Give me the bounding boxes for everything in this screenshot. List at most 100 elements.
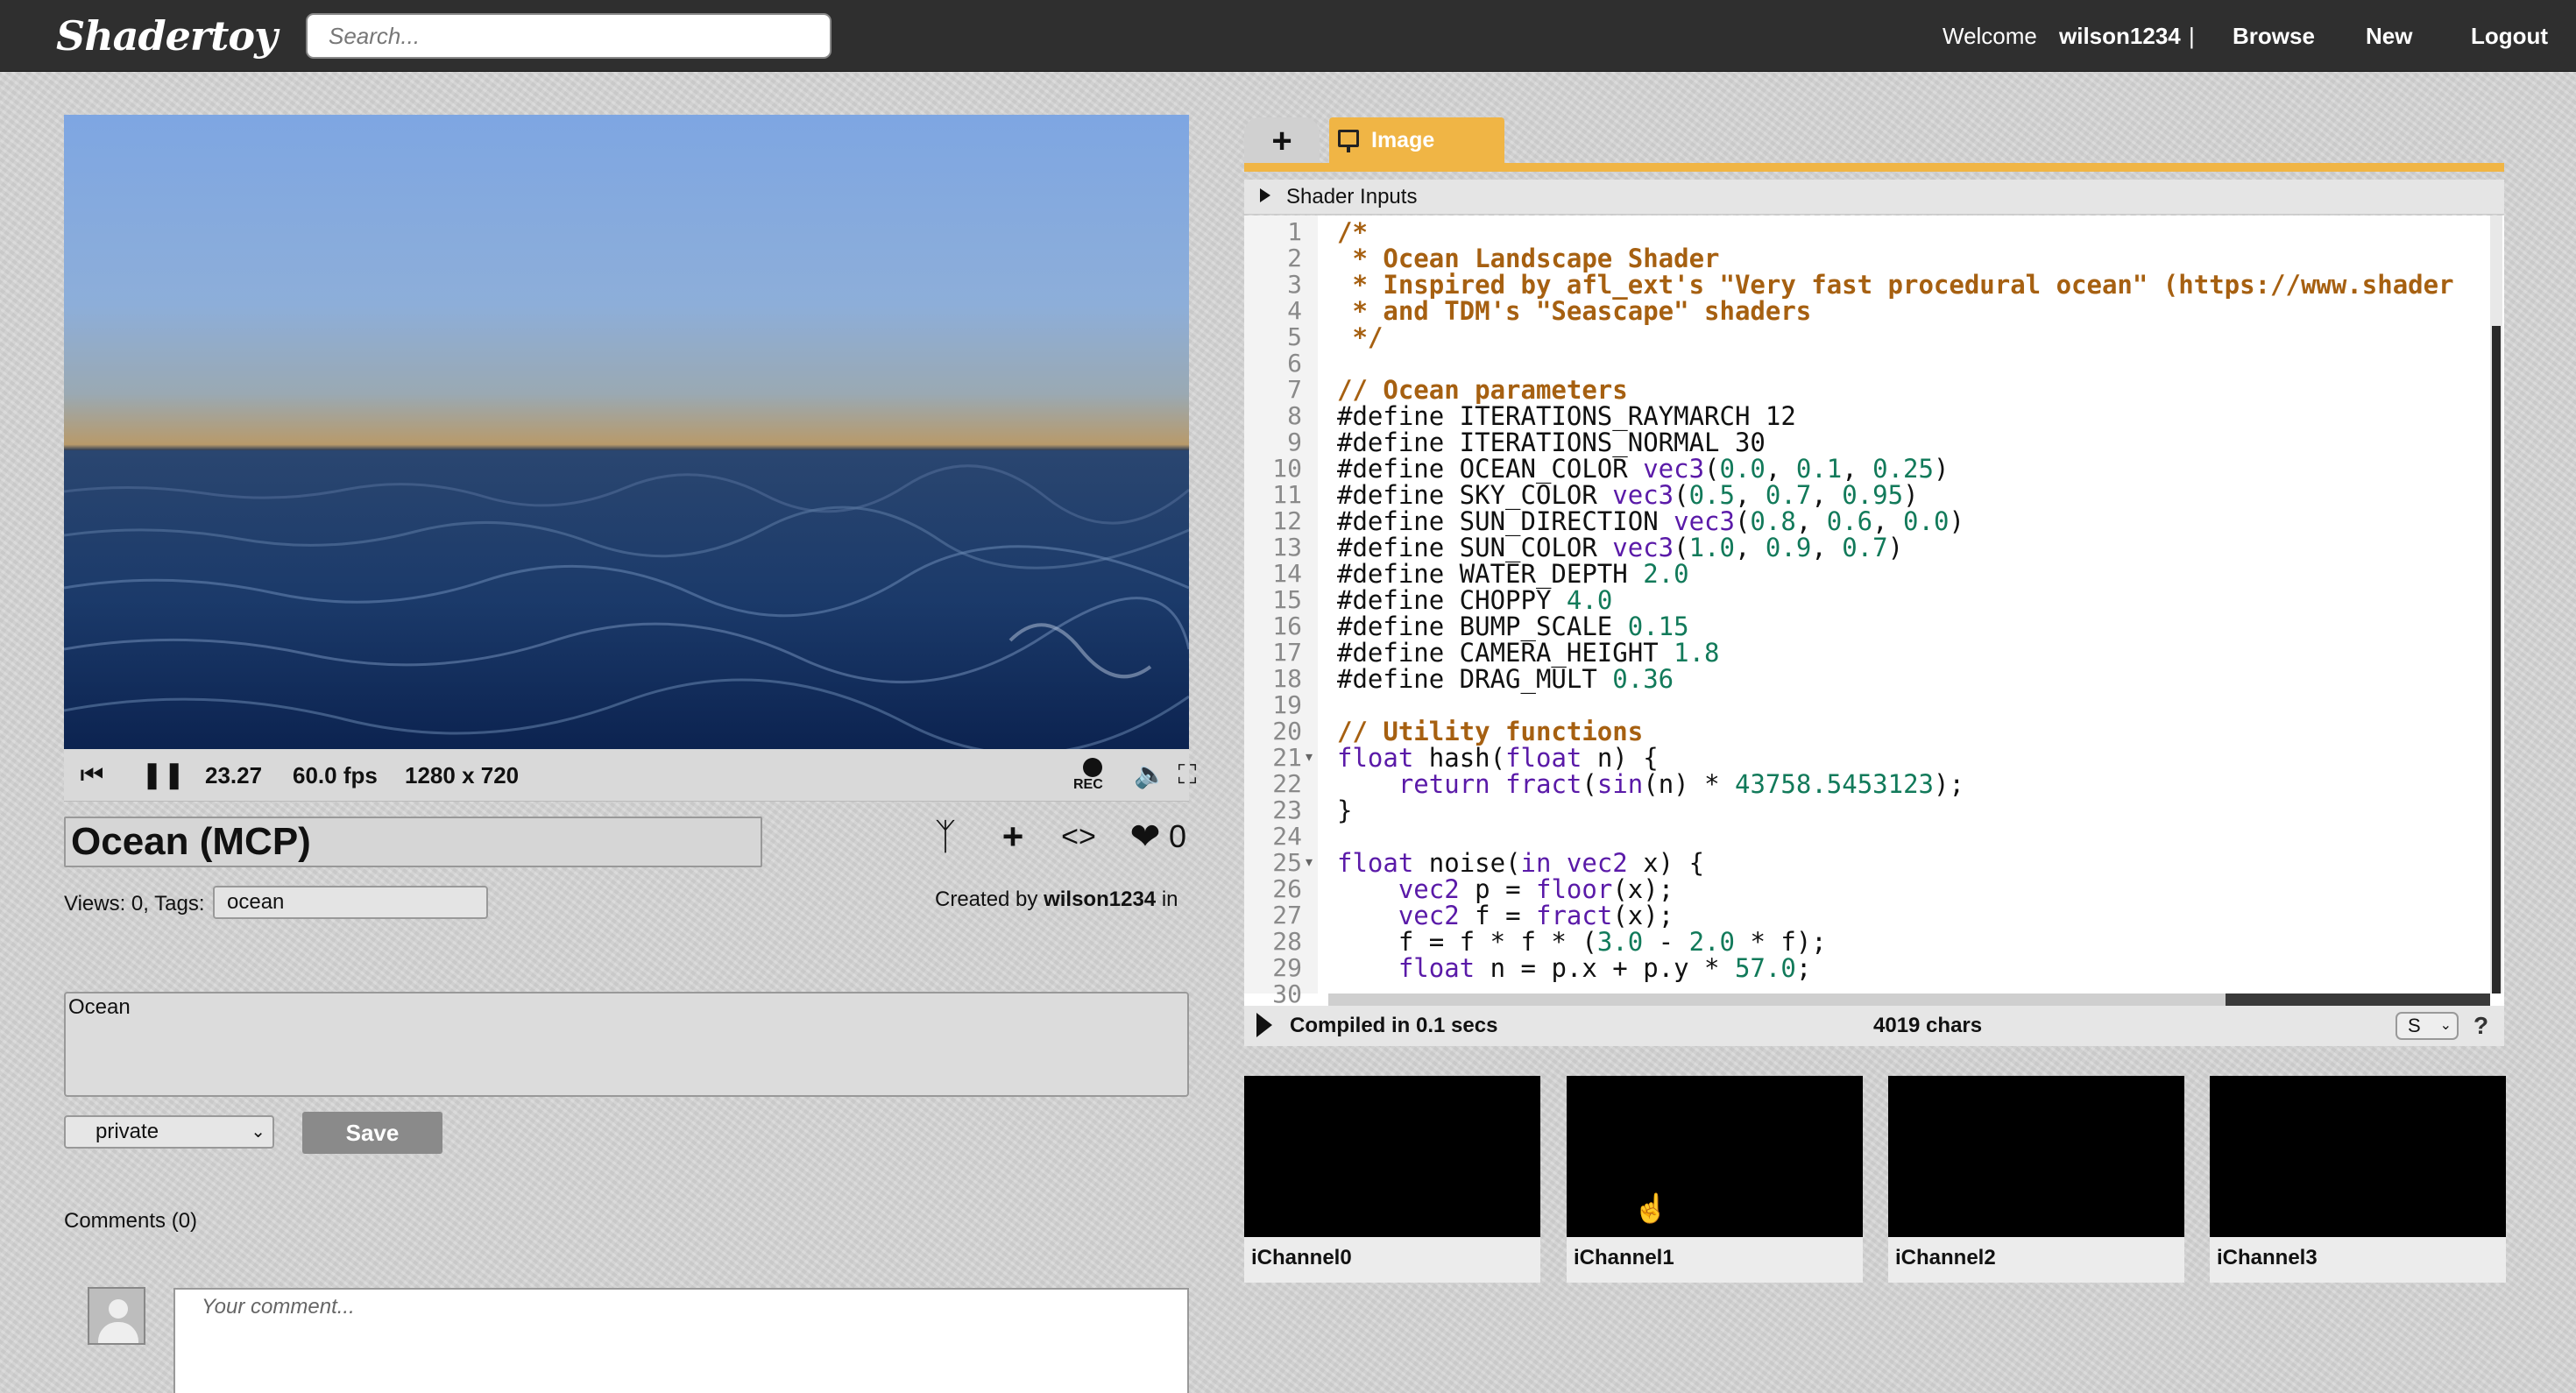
code-line[interactable]: // Ocean parameters bbox=[1337, 377, 1628, 403]
created-by: Created by wilson1234 in bbox=[935, 885, 1178, 915]
resolution-display: 1280 x 720 bbox=[405, 762, 520, 788]
code-line[interactable]: #define SUN_DIRECTION vec3(0.8, 0.6, 0.0… bbox=[1337, 508, 1964, 534]
code-line[interactable]: * Inspired by afl_ext's "Very fast proce… bbox=[1337, 272, 2453, 298]
player-controls: ⏮ ❚❚ 23.27 60.0 fps 1280 x 720 REC 🔈 ⛶ bbox=[64, 749, 1197, 802]
code-line[interactable]: #define SUN_COLOR vec3(1.0, 0.9, 0.7) bbox=[1337, 534, 1903, 561]
logout-link[interactable]: Logout bbox=[2471, 0, 2548, 72]
channel-thumbnail[interactable] bbox=[2210, 1076, 2506, 1237]
fork-icon[interactable]: ᛉ bbox=[924, 815, 966, 859]
created-by-suffix: in bbox=[1161, 887, 1178, 911]
code-line[interactable]: #define SKY_COLOR vec3(0.5, 0.7, 0.95) bbox=[1337, 482, 1919, 508]
volume-icon[interactable]: 🔈 bbox=[1131, 749, 1170, 802]
line-number: 22 bbox=[1272, 769, 1302, 798]
font-size-select[interactable]: S ⌄ bbox=[2396, 1012, 2459, 1040]
code-line[interactable]: float n = p.x + p.y * 57.0; bbox=[1337, 955, 1811, 981]
line-number: 16 bbox=[1272, 612, 1302, 640]
code-line[interactable]: vec2 f = fract(x); bbox=[1337, 902, 1674, 929]
code-line[interactable]: float noise(in vec2 x) { bbox=[1337, 850, 1704, 876]
tags-input[interactable]: ocean bbox=[213, 886, 488, 919]
code-line[interactable]: */ bbox=[1337, 324, 1383, 350]
code-line[interactable]: #define WATER_DEPTH 2.0 bbox=[1337, 561, 1689, 587]
line-number: 12 bbox=[1272, 506, 1302, 535]
search-input[interactable] bbox=[306, 13, 832, 59]
shader-inputs-toggle[interactable]: Shader Inputs bbox=[1244, 180, 2504, 215]
code-line[interactable]: #define OCEAN_COLOR vec3(0.0, 0.1, 0.25) bbox=[1337, 456, 1949, 482]
help-button[interactable]: ? bbox=[2473, 1006, 2488, 1046]
vertical-scrollbar-thumb[interactable] bbox=[2492, 326, 2501, 993]
hand-cursor-icon: ☝ bbox=[1633, 1192, 1668, 1224]
description-input[interactable]: Ocean bbox=[64, 992, 1189, 1097]
play-icon[interactable] bbox=[1256, 1013, 1272, 1037]
code-editor[interactable]: 1 2 3 4 5 6 7 8 9 10 11 12 13 14 15 16 17 18 19 20 21 ▾ 22 23 24… bbox=[1244, 216, 2504, 1006]
channel-1[interactable]: iChannel1 bbox=[1567, 1076, 1863, 1283]
code-line[interactable]: f = f * f * (3.0 - 2.0 * f); bbox=[1337, 929, 1827, 955]
editor-status-bar: Compiled in 0.1 secs 4019 chars S ⌄ ? bbox=[1244, 1006, 2504, 1046]
code-line[interactable]: float hash(float n) { bbox=[1337, 745, 1659, 771]
tab-image-label: Image bbox=[1371, 128, 1435, 152]
code-line[interactable]: return fract(sin(n) * 43758.5453123); bbox=[1337, 771, 1964, 797]
tab-underline bbox=[1244, 163, 2504, 172]
nav-separator: | bbox=[2189, 23, 2195, 49]
line-number: 11 bbox=[1272, 480, 1302, 509]
username-link[interactable]: wilson1234 bbox=[2059, 0, 2181, 72]
rewind-icon[interactable]: ⏮ bbox=[74, 749, 110, 802]
tab-image[interactable]: Image bbox=[1329, 117, 1504, 163]
fold-icon[interactable]: ▾ bbox=[1306, 745, 1313, 771]
new-link[interactable]: New bbox=[2366, 0, 2412, 72]
channel-thumbnail[interactable] bbox=[1567, 1076, 1863, 1237]
line-number: 13 bbox=[1272, 533, 1302, 562]
avatar bbox=[88, 1287, 145, 1345]
fold-icon[interactable]: ▾ bbox=[1306, 850, 1313, 876]
triangle-right-icon bbox=[1260, 188, 1270, 202]
add-icon[interactable]: + bbox=[993, 815, 1033, 859]
code-line[interactable]: * Ocean Landscape Shader bbox=[1337, 245, 1719, 272]
channel-2[interactable]: iChannel2 bbox=[1888, 1076, 2184, 1283]
embed-code-icon[interactable]: <> bbox=[1057, 815, 1100, 859]
code-line[interactable]: vec2 p = floor(x); bbox=[1337, 876, 1674, 902]
like-count: 0 bbox=[1169, 818, 1187, 854]
line-number: 28 bbox=[1272, 927, 1302, 956]
channel-thumbnail[interactable] bbox=[1244, 1076, 1540, 1237]
heart-icon[interactable]: ❤ bbox=[1125, 815, 1165, 859]
comments-heading: Comments (0) bbox=[64, 1209, 198, 1233]
code-line[interactable]: // Utility functions bbox=[1337, 718, 1643, 745]
line-number: 8 bbox=[1287, 401, 1302, 430]
time-display: 23.27 bbox=[205, 762, 263, 788]
save-button[interactable]: Save bbox=[302, 1112, 442, 1154]
pause-icon[interactable]: ❚❚ bbox=[141, 749, 185, 802]
avatar-head bbox=[109, 1299, 128, 1319]
visibility-value: private bbox=[96, 1120, 159, 1143]
shader-canvas[interactable] bbox=[64, 115, 1189, 749]
code-line[interactable]: } bbox=[1337, 797, 1352, 824]
code-line[interactable]: #define CHOPPY 4.0 bbox=[1337, 587, 1612, 613]
top-navigation-bar: Shadertoy Welcome wilson1234 | Browse Ne… bbox=[0, 0, 2576, 72]
visibility-select[interactable]: private ⌄ bbox=[64, 1115, 274, 1149]
horizontal-scrollbar-thumb[interactable] bbox=[2226, 993, 2490, 1006]
code-line[interactable]: * and TDM's "Seascape" shaders bbox=[1337, 298, 1811, 324]
shader-inputs-label: Shader Inputs bbox=[1286, 185, 1418, 209]
code-line[interactable]: #define DRAG_MULT 0.36 bbox=[1337, 666, 1674, 692]
browse-link[interactable]: Browse bbox=[2233, 0, 2315, 72]
chevron-down-icon: ⌄ bbox=[251, 1122, 265, 1142]
channel-3[interactable]: iChannel3 bbox=[2210, 1076, 2506, 1283]
code-line[interactable]: #define ITERATIONS_NORMAL 30 bbox=[1337, 429, 1766, 456]
fullscreen-icon[interactable]: ⛶ bbox=[1170, 749, 1205, 802]
line-number: 4 bbox=[1287, 296, 1302, 325]
code-line[interactable]: #define ITERATIONS_RAYMARCH 12 bbox=[1337, 403, 1796, 429]
comment-input[interactable]: Your comment... bbox=[173, 1288, 1189, 1393]
avatar-body bbox=[98, 1322, 138, 1343]
shadertoy-logo[interactable]: Shadertoy bbox=[56, 7, 278, 65]
code-line[interactable]: #define BUMP_SCALE 0.15 bbox=[1337, 613, 1689, 640]
font-size-value: S bbox=[2408, 1015, 2421, 1036]
add-tab-icon[interactable]: + bbox=[1244, 117, 1320, 163]
compile-status: Compiled in 0.1 secs bbox=[1290, 1014, 1498, 1037]
author-link[interactable]: wilson1234 bbox=[1044, 887, 1156, 911]
channel-thumbnail[interactable] bbox=[1888, 1076, 2184, 1237]
shader-title-input[interactable]: Ocean (MCP) bbox=[64, 817, 762, 867]
fps-display: 60.0 fps bbox=[293, 762, 378, 788]
record-icon[interactable] bbox=[1083, 758, 1102, 777]
channel-0[interactable]: iChannel0 bbox=[1244, 1076, 1540, 1283]
code-line[interactable]: /* bbox=[1337, 219, 1368, 245]
line-number: 23 bbox=[1272, 795, 1302, 824]
code-line[interactable]: #define CAMERA_HEIGHT 1.8 bbox=[1337, 640, 1720, 666]
